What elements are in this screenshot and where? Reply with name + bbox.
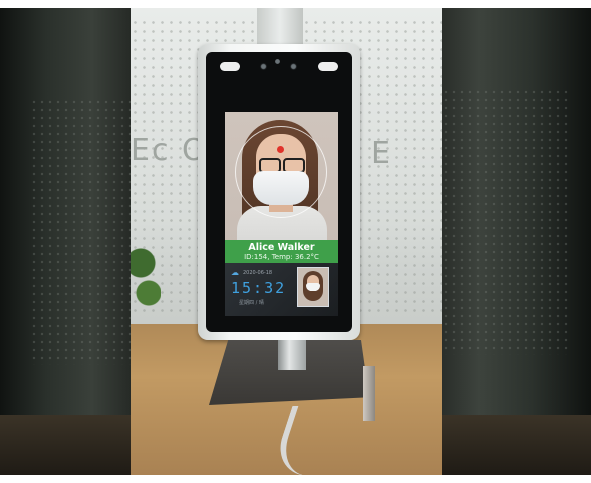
camera-lens-icon: [275, 59, 280, 64]
photo-frame: Ec OF E Alice Walker ID:154, Temp: 36.2°…: [0, 8, 591, 475]
person-name: Alice Walker: [248, 242, 315, 253]
left-ir-light: [220, 62, 240, 71]
date-text: 2020-06-18: [243, 270, 273, 276]
weekday-weather-text: 星期四 / 晴: [239, 300, 264, 306]
camera-sensor-icon: [260, 63, 267, 70]
clock-time: 15:32: [231, 279, 287, 297]
face-detection-circle: [235, 126, 327, 218]
device-screen: Alice Walker ID:154, Temp: 36.2°C ☁ 2020…: [225, 112, 338, 316]
glass-lettering-right: E: [371, 136, 392, 171]
device-bezel: Alice Walker ID:154, Temp: 36.2°C ☁ 2020…: [206, 52, 352, 332]
person-id-temperature: ID:154, Temp: 36.2°C: [244, 253, 319, 261]
info-panel: ☁ 2020-06-18 15:32 星期四 / 晴: [225, 263, 338, 316]
camera-sensor-icon: [290, 63, 297, 70]
base-plate-edge: [363, 366, 375, 421]
blurred-right-panel: [442, 8, 591, 475]
cloud-icon: ☁: [231, 268, 239, 277]
glass-dot-pattern: [30, 98, 131, 365]
right-ir-light: [318, 62, 338, 71]
captured-face-thumbnail: [297, 267, 329, 307]
blurred-floor: [0, 415, 131, 475]
kiosk-post: [278, 340, 306, 370]
kiosk-device: Alice Walker ID:154, Temp: 36.2°C ☁ 2020…: [198, 44, 360, 340]
glass-dot-pattern: [442, 88, 571, 355]
plant-leaves: [131, 233, 161, 323]
photo-center: Ec OF E Alice Walker ID:154, Temp: 36.2°…: [131, 8, 442, 475]
blurred-floor: [442, 415, 591, 475]
recognition-result-bar: Alice Walker ID:154, Temp: 36.2°C: [225, 240, 338, 263]
blurred-left-panel: [0, 8, 131, 475]
